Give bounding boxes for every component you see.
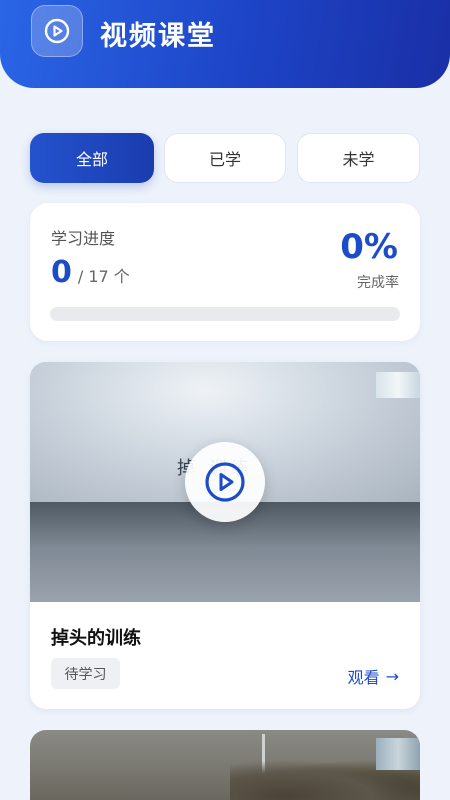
video-card[interactable] — [30, 730, 420, 800]
thumbnail-watermark — [376, 738, 420, 770]
watch-label: 观看 — [347, 668, 380, 687]
progress-count: 0 / 17 个 — [51, 255, 130, 290]
progress-label: 学习进度 — [51, 229, 116, 248]
play-circle-icon — [31, 5, 83, 57]
tab-unlearned[interactable]: 未学 — [297, 133, 420, 183]
tab-all[interactable]: 全部 — [30, 133, 154, 183]
play-icon — [205, 462, 245, 502]
filter-tabs: 全部 已学 未学 — [30, 133, 420, 183]
watch-button[interactable]: 观看 → — [348, 664, 399, 688]
play-button[interactable] — [185, 442, 265, 522]
completion-percent: 0% — [340, 227, 398, 267]
app-header: 视频课堂 — [0, 0, 450, 88]
status-badge: 待学习 — [51, 658, 120, 689]
progress-card: 学习进度 0 / 17 个 0% 完成率 — [30, 203, 420, 341]
video-thumbnail[interactable]: 掉 训练 — [30, 362, 420, 602]
progress-bar — [50, 307, 400, 321]
video-card[interactable]: 掉 训练 掉头的训练 待学习 观看 → — [30, 362, 420, 709]
arrow-right-icon: → — [385, 666, 399, 686]
thumbnail-watermark — [376, 372, 420, 398]
tab-learned[interactable]: 已学 — [164, 133, 286, 183]
completed-count: 0 — [51, 255, 72, 290]
page-title: 视频课堂 — [100, 21, 216, 52]
video-title: 掉头的训练 — [51, 628, 141, 649]
total-count: / 17 个 — [77, 267, 130, 286]
completion-rate-label: 完成率 — [357, 275, 399, 291]
